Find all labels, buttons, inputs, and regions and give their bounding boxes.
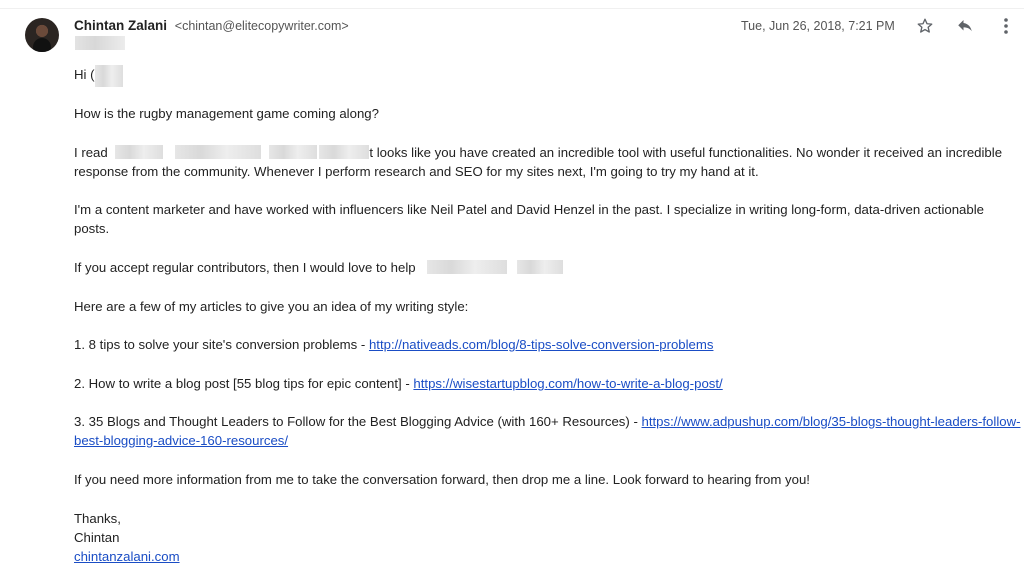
signoff: Thanks,	[74, 511, 121, 526]
sender-info: Chintan Zalani <chintan@elitecopywriter.…	[74, 18, 349, 33]
p2-start: I read	[74, 145, 108, 160]
paragraph-2-line-1: I read t looks like you have created an …	[74, 143, 1002, 162]
header-divider	[0, 8, 1024, 9]
redacted-text-3	[269, 145, 318, 159]
sender-name[interactable]: Chintan Zalani	[74, 18, 167, 33]
greeting: Hi (	[74, 67, 95, 82]
paragraph-5: Here are a few of my articles to give yo…	[74, 299, 469, 314]
reply-icon[interactable]	[955, 16, 975, 36]
p2-end: t looks like you have created an incredi…	[369, 145, 1003, 160]
redacted-text-1	[115, 145, 164, 159]
paragraph-1: How is the rugby management game coming …	[74, 106, 379, 121]
article-3-link[interactable]: https://www.adpushup.com/blog/35-blogs-t…	[642, 414, 1021, 429]
paragraph-3-line-1: I'm a content marketer and have worked w…	[74, 202, 984, 217]
star-icon[interactable]	[915, 16, 935, 36]
paragraph-3-line-2: posts.	[74, 221, 110, 236]
paragraph-6: If you need more information from me to …	[74, 472, 810, 487]
more-vert-icon[interactable]	[996, 16, 1016, 36]
paragraph-2-line-2: response from the community. Whenever I …	[74, 164, 759, 179]
article-2: 2. How to write a blog post [55 blog tip…	[74, 374, 723, 393]
article-2-text: 2. How to write a blog post [55 blog tip…	[74, 376, 414, 391]
redacted-text-4	[319, 145, 370, 159]
article-3-line-1: 3. 35 Blogs and Thought Leaders to Follo…	[74, 412, 1021, 431]
article-1-text: 1. 8 tips to solve your site's conversio…	[74, 337, 369, 352]
redacted-text-6	[517, 260, 564, 274]
signature-name: Chintan	[74, 530, 120, 545]
article-1-link[interactable]: http://nativeads.com/blog/8-tips-solve-c…	[369, 337, 714, 352]
greeting-line: Hi (	[74, 65, 123, 87]
email-date: Tue, Jun 26, 2018, 7:21 PM	[741, 19, 895, 33]
recipient-redacted	[75, 36, 125, 50]
redacted-name	[94, 65, 123, 87]
paragraph-4: If you accept regular contributors, then…	[74, 258, 564, 277]
article-3-link-continued[interactable]: best-blogging-advice-160-resources/	[74, 433, 288, 448]
sender-email: <chintan@elitecopywriter.com>	[174, 19, 349, 33]
article-1: 1. 8 tips to solve your site's conversio…	[74, 335, 713, 354]
signature-link-line: chintanzalani.com	[74, 547, 180, 566]
article-3-line-2: best-blogging-advice-160-resources/	[74, 431, 288, 450]
p4-text: If you accept regular contributors, then…	[74, 260, 416, 275]
signature-link[interactable]: chintanzalani.com	[74, 549, 180, 564]
article-2-link[interactable]: https://wisestartupblog.com/how-to-write…	[413, 376, 722, 391]
article-3-text: 3. 35 Blogs and Thought Leaders to Follo…	[74, 414, 642, 429]
redacted-text-2	[175, 145, 262, 159]
redacted-text-5	[427, 260, 508, 274]
sender-avatar[interactable]	[25, 18, 59, 52]
